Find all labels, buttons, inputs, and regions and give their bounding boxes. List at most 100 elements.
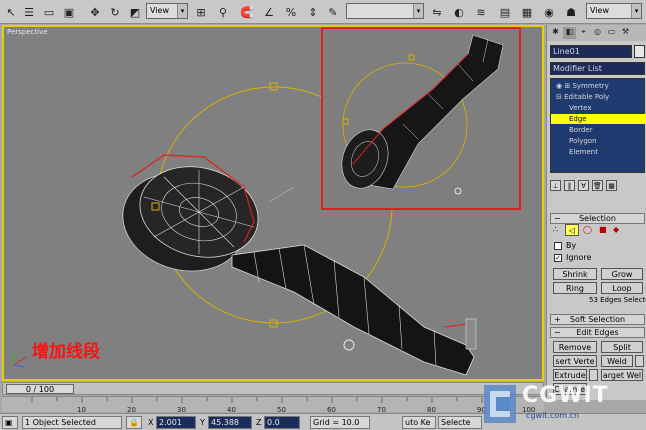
stack-item-editable-poly[interactable]: ⊟ Editable Poly	[551, 92, 646, 102]
pin-stack-icon[interactable]: ⊥	[550, 180, 561, 191]
border-mode-icon[interactable]: ◯	[583, 225, 592, 234]
select-manipulate-icon[interactable]: ⚲	[214, 3, 232, 21]
reference-coord-dropdown[interactable]: View ▾	[146, 3, 188, 19]
expand-icon[interactable]: ⊟	[556, 93, 564, 101]
stack-label: Editable Poly	[564, 93, 610, 101]
cgwit-watermark: CGWIT cgwit.com.cn	[478, 375, 646, 430]
named-selection-dropdown[interactable]: ▾	[346, 3, 424, 19]
lock-selection-icon[interactable]: 🔒	[126, 416, 142, 429]
x-coord-field[interactable]: 2.001	[156, 416, 196, 429]
stack-label: Symmetry	[572, 82, 609, 90]
named-selection-icon[interactable]: ✎	[324, 3, 342, 21]
collapse-icon: −	[554, 328, 561, 337]
motion-tab-icon[interactable]: ◎	[591, 27, 604, 39]
polygon-mode-icon[interactable]: ■	[599, 225, 607, 234]
axis-x	[13, 356, 27, 366]
ring-button[interactable]: Ring	[553, 282, 597, 294]
element-mode-icon[interactable]: ◆	[613, 225, 619, 234]
edit-edges-rollout-header[interactable]: − Edit Edges	[550, 327, 645, 338]
render-view-dropdown[interactable]: View ▾	[586, 3, 642, 19]
stack-item-border[interactable]: Border	[551, 125, 646, 135]
max-script-icon[interactable]: ▣	[2, 416, 18, 429]
rollout-title: Edit Edges	[576, 328, 619, 337]
inset-orbit-icon	[454, 187, 462, 195]
y-coord-label: Y	[200, 418, 205, 427]
weld-settings-button[interactable]	[635, 355, 644, 367]
inset-scene	[341, 34, 504, 195]
weld-button[interactable]: Weld	[601, 355, 633, 367]
scale-icon[interactable]: ◩	[126, 3, 144, 21]
curve-editor-icon[interactable]: ▤	[496, 3, 514, 21]
render-view-value: View	[590, 6, 609, 15]
stack-item-symmetry[interactable]: ◉ ⊞ Symmetry	[551, 81, 646, 91]
object-color-swatch[interactable]	[634, 45, 645, 58]
soft-selection-rollout-header[interactable]: + Soft Selection	[550, 314, 645, 325]
axis-z	[13, 364, 25, 368]
command-panel: ✱ ◧ ⌖ ◎ ▭ ⚒ Line01 Modifier List ◉ ⊞ Sym…	[546, 25, 646, 400]
pivot-center-icon[interactable]: ⊞	[192, 3, 210, 21]
insert-vertex-button[interactable]: sert Verte	[553, 355, 597, 367]
pivot-axis	[268, 186, 295, 203]
schematic-view-icon[interactable]: ▦	[518, 3, 536, 21]
by-vertex-checkbox[interactable]	[554, 242, 562, 250]
loop-button[interactable]: Loop	[601, 282, 643, 294]
angle-snap-icon[interactable]: ∠	[260, 3, 278, 21]
move-icon[interactable]: ✥	[86, 3, 104, 21]
auto-key-button[interactable]: uto Ke	[402, 416, 436, 429]
shrink-button[interactable]: Shrink	[553, 268, 597, 280]
annotation-add-edges: 增加线段	[32, 342, 100, 362]
expand-icon: +	[554, 315, 561, 324]
key-filter-dropdown[interactable]: Selecte	[438, 416, 482, 429]
mirror-icon[interactable]: ⇋	[428, 3, 446, 21]
material-editor-icon[interactable]: ◉	[540, 3, 558, 21]
split-button[interactable]: Split	[601, 341, 643, 353]
object-name-field[interactable]: Line01	[550, 45, 632, 58]
collapse-icon: −	[554, 214, 561, 223]
select-icon[interactable]: ↖	[2, 3, 20, 21]
vertex-mode-icon[interactable]: ∴	[553, 225, 558, 234]
remove-modifier-icon[interactable]: 🗑	[592, 180, 603, 191]
rect-selection-icon[interactable]: ▭	[40, 3, 58, 21]
track-bar[interactable]: 10 20 30 40 50 60 70 80 90 100	[2, 396, 544, 414]
render-setup-icon[interactable]: ☗	[562, 3, 580, 21]
create-tab-icon[interactable]: ✱	[549, 27, 562, 39]
reference-coord-value: View	[150, 6, 169, 15]
window-crossing-icon[interactable]: ▣	[60, 3, 78, 21]
configure-sets-icon[interactable]: ▦	[606, 180, 617, 191]
stack-item-vertex[interactable]: Vertex	[551, 103, 646, 113]
time-slider-bar: 0 / 100	[2, 382, 544, 395]
hierarchy-tab-icon[interactable]: ⌖	[577, 27, 590, 39]
remove-button[interactable]: Remove	[553, 341, 597, 353]
perspective-viewport[interactable]: Perspective 增加线段	[2, 25, 544, 381]
display-tab-icon[interactable]: ▭	[605, 27, 618, 39]
rollout-title: Selection	[579, 214, 616, 223]
modifier-list-dropdown[interactable]: Modifier List	[550, 62, 645, 75]
spoon-handle	[231, 244, 475, 376]
command-panel-tabs: ✱ ◧ ⌖ ◎ ▭ ⚒	[547, 25, 646, 41]
percent-snap-icon[interactable]: %	[282, 3, 300, 21]
utilities-tab-icon[interactable]: ⚒	[619, 27, 632, 39]
make-unique-icon[interactable]: ∀	[578, 180, 589, 191]
stack-item-edge[interactable]: Edge	[551, 114, 646, 124]
stack-item-element[interactable]: Element	[551, 147, 646, 157]
rotate-icon[interactable]: ↻	[106, 3, 124, 21]
time-slider[interactable]: 0 / 100	[6, 384, 74, 394]
align-icon[interactable]: ◐	[450, 3, 468, 21]
grow-button[interactable]: Grow	[601, 268, 643, 280]
z-coord-field[interactable]: 0.0	[264, 416, 300, 429]
spinner-snap-icon[interactable]: ⇕	[304, 3, 322, 21]
modify-tab-icon[interactable]: ◧	[563, 27, 576, 39]
layer-manager-icon[interactable]: ≋	[472, 3, 490, 21]
edge-mode-icon[interactable]: ◁	[565, 224, 579, 236]
cgwit-logo-icon	[484, 385, 516, 423]
show-end-result-icon[interactable]: ‖	[564, 180, 575, 191]
bulb-icon[interactable]: ◉ ⊞	[556, 82, 572, 90]
ignore-backfacing-checkbox[interactable]: ✓	[554, 254, 562, 262]
snaps-toggle-icon[interactable]: 🧲	[238, 3, 256, 21]
main-toolbar: ↖ ☰ ▭ ▣ ✥ ↻ ◩ View ▾ ⊞ ⚲ 🧲 ∠ % ⇕ ✎ ▾ ⇋ ◐…	[0, 0, 646, 24]
select-by-name-icon[interactable]: ☰	[20, 3, 38, 21]
selection-rollout-header[interactable]: − Selection	[550, 213, 645, 224]
chevron-down-icon: ▾	[177, 4, 187, 18]
y-coord-field[interactable]: 45.388	[208, 416, 252, 429]
stack-item-polygon[interactable]: Polygon	[551, 136, 646, 146]
